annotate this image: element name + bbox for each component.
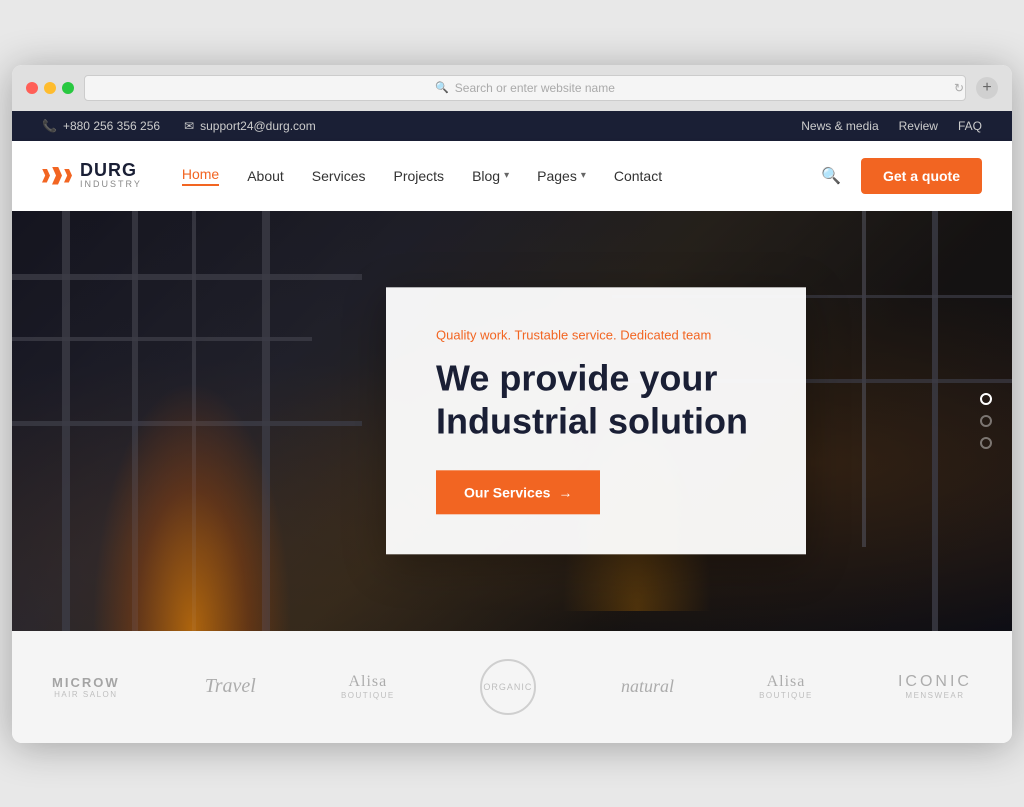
top-bar-left: 📞 +880 256 356 256 ✉ support24@durg.com bbox=[42, 119, 316, 133]
hero-cta-button[interactable]: Our Services → bbox=[436, 470, 600, 514]
beam-v6 bbox=[932, 211, 938, 631]
hero-tagline: Quality work. Trustable service. Dedicat… bbox=[436, 327, 756, 342]
brand-alisa1-sub: BOUTIQUE bbox=[341, 691, 395, 700]
slider-dot-2[interactable] bbox=[980, 415, 992, 427]
maximize-dot[interactable] bbox=[62, 82, 74, 94]
browser-window: 🔍 Search or enter website name ↻ + 📞 +88… bbox=[12, 65, 1012, 743]
top-bar-right: News & media Review FAQ bbox=[801, 119, 982, 133]
nav-links: Home About Services Projects Blog ▾ Page… bbox=[182, 166, 817, 186]
email-address: support24@durg.com bbox=[200, 119, 316, 133]
phone-contact: 📞 +880 256 356 256 bbox=[42, 119, 160, 133]
brand-microw-sub: HAIR SALON bbox=[54, 690, 117, 699]
brand-iconic-name: Iconic bbox=[898, 673, 972, 691]
browser-dots bbox=[26, 82, 74, 94]
phone-icon: 📞 bbox=[42, 119, 57, 133]
brand-alisa1-name: Alisa bbox=[348, 673, 387, 691]
website-content: 📞 +880 256 356 256 ✉ support24@durg.com … bbox=[12, 111, 1012, 743]
nav-actions: 🔍 Get a quote bbox=[817, 158, 982, 194]
top-bar: 📞 +880 256 356 256 ✉ support24@durg.com … bbox=[12, 111, 1012, 141]
nav-services[interactable]: Services bbox=[312, 168, 366, 184]
brand-microw-name: MICROW bbox=[52, 675, 120, 690]
close-dot[interactable] bbox=[26, 82, 38, 94]
phone-number: +880 256 356 256 bbox=[63, 119, 160, 133]
slider-dot-1[interactable] bbox=[980, 393, 992, 405]
new-tab-button[interactable]: + bbox=[976, 77, 998, 99]
blog-dropdown-icon: ▾ bbox=[504, 170, 509, 181]
logo-sub: INDUSTRY bbox=[80, 180, 142, 190]
slider-dot-3[interactable] bbox=[980, 437, 992, 449]
address-text: Search or enter website name bbox=[455, 81, 615, 95]
faq-link[interactable]: FAQ bbox=[958, 119, 982, 133]
get-quote-button[interactable]: Get a quote bbox=[861, 158, 982, 194]
nav-projects[interactable]: Projects bbox=[393, 168, 444, 184]
brands-bar: MICROW HAIR SALON Travel Alisa BOUTIQUE … bbox=[12, 631, 1012, 743]
beam-h1 bbox=[12, 274, 362, 280]
hero-section: Quality work. Trustable service. Dedicat… bbox=[12, 211, 1012, 631]
refresh-icon[interactable]: ↻ bbox=[954, 81, 964, 95]
brand-alisa2: Alisa BOUTIQUE bbox=[759, 673, 813, 700]
brand-organic: ORGANIC bbox=[480, 659, 536, 715]
chevron3-icon bbox=[64, 169, 72, 183]
brand-travel-name: Travel bbox=[205, 675, 256, 698]
brand-microw: MICROW HAIR SALON bbox=[52, 675, 120, 699]
review-link[interactable]: Review bbox=[899, 119, 938, 133]
search-button[interactable]: 🔍 bbox=[817, 162, 845, 190]
brand-travel: Travel bbox=[205, 675, 256, 698]
brand-alisa2-name: Alisa bbox=[767, 673, 806, 691]
beam-h2 bbox=[12, 337, 312, 341]
brand-iconic: Iconic MENSWEAR bbox=[898, 673, 972, 700]
pages-dropdown-icon: ▾ bbox=[581, 170, 586, 181]
chevron1-icon bbox=[42, 169, 50, 183]
address-bar[interactable]: 🔍 Search or enter website name ↻ bbox=[84, 75, 966, 101]
news-media-link[interactable]: News & media bbox=[801, 119, 878, 133]
hero-title: We provide your Industrial solution bbox=[436, 356, 756, 442]
brand-natural: natural bbox=[621, 676, 674, 697]
nav-home[interactable]: Home bbox=[182, 166, 219, 186]
minimize-dot[interactable] bbox=[44, 82, 56, 94]
main-nav: DURG INDUSTRY Home About Services Projec… bbox=[12, 141, 1012, 211]
nav-about[interactable]: About bbox=[247, 168, 284, 184]
brand-alisa1: Alisa BOUTIQUE bbox=[341, 673, 395, 700]
nav-contact[interactable]: Contact bbox=[614, 168, 662, 184]
slider-dots bbox=[980, 393, 992, 449]
brand-iconic-sub: MENSWEAR bbox=[905, 691, 964, 700]
brand-organic-circle: ORGANIC bbox=[480, 659, 536, 715]
nav-blog[interactable]: Blog ▾ bbox=[472, 168, 509, 184]
nav-pages[interactable]: Pages ▾ bbox=[537, 168, 586, 184]
brand-natural-name: natural bbox=[621, 676, 674, 697]
beam-h3 bbox=[12, 421, 362, 426]
browser-chrome: 🔍 Search or enter website name ↻ + bbox=[12, 65, 1012, 111]
logo-text: DURG INDUSTRY bbox=[80, 161, 142, 191]
browser-titlebar: 🔍 Search or enter website name ↻ + bbox=[26, 75, 998, 111]
logo[interactable]: DURG INDUSTRY bbox=[42, 161, 142, 191]
hero-content-box: Quality work. Trustable service. Dedicat… bbox=[386, 287, 806, 554]
logo-icon bbox=[42, 167, 72, 185]
search-icon: 🔍 bbox=[435, 81, 449, 94]
email-icon: ✉ bbox=[184, 119, 194, 133]
email-contact: ✉ support24@durg.com bbox=[184, 119, 316, 133]
brand-alisa2-sub: BOUTIQUE bbox=[759, 691, 813, 700]
logo-name: DURG bbox=[80, 161, 142, 181]
chevron2-icon bbox=[52, 167, 62, 185]
